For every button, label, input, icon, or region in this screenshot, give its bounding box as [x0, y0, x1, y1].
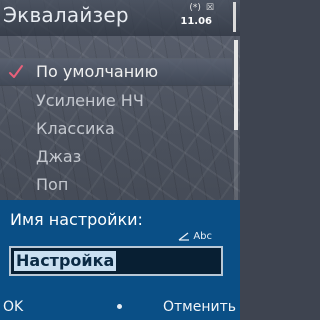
input-mode-label: Abc	[193, 231, 212, 242]
clock: 11.06	[180, 16, 212, 27]
list-item[interactable]: Поп	[0, 172, 232, 198]
list-item-label: Классика	[36, 119, 115, 138]
input-mode-indicator: Abc	[178, 231, 212, 242]
cancel-button[interactable]: Отменить	[163, 299, 236, 315]
settings-name-value: Настройка	[14, 251, 117, 271]
pencil-icon	[178, 232, 190, 241]
middle-softkey-dot-icon[interactable]	[117, 304, 122, 309]
bluetooth-indicator-icon: (*)	[189, 3, 201, 13]
list-item-label: Джаз	[36, 147, 82, 166]
page-title: Эквалайзер	[3, 3, 129, 27]
battery-bar-icon	[233, 2, 236, 32]
list-item-label: Поп	[36, 175, 69, 194]
title-bar: Эквалайзер (*) ☒ 11.06	[0, 0, 240, 36]
settings-name-input[interactable]: Настройка	[9, 246, 223, 276]
scrollbar-thumb[interactable]	[234, 40, 238, 130]
query-prompt: Имя настройки:	[10, 210, 143, 229]
list-item-label: По умолчанию	[36, 62, 159, 81]
list-item-label: Усиление НЧ	[36, 91, 144, 110]
list-item[interactable]: Джаз	[0, 144, 232, 170]
status-indicators: (*) ☒	[189, 3, 214, 13]
name-query-dialog: Имя настройки: Abc Настройка	[0, 200, 240, 296]
headset-indicator-icon: ☒	[205, 3, 214, 13]
status-area: (*) ☒ 11.06	[156, 2, 236, 34]
checkmark-icon	[9, 65, 23, 78]
list-item[interactable]: Классика	[0, 116, 232, 142]
list-item[interactable]: Усиление НЧ	[0, 88, 232, 114]
ok-button[interactable]: OK	[3, 299, 23, 315]
softkey-bar: OK Отменить	[0, 296, 240, 320]
list-item[interactable]: По умолчанию	[0, 58, 232, 86]
